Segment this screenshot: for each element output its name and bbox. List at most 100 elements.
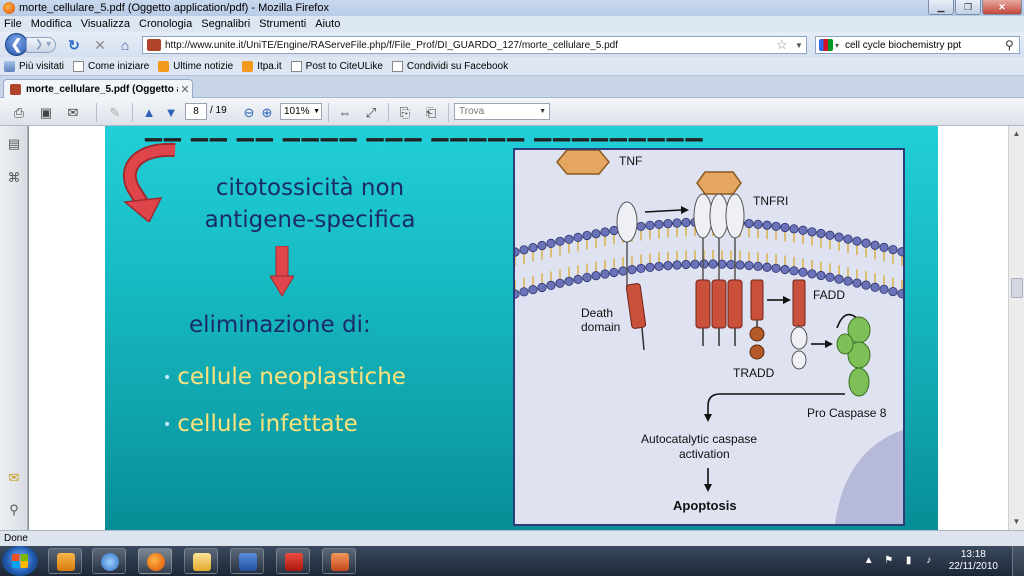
status-bar: Done (0, 530, 1024, 546)
menu-bar: File Modifica Visualizza Cronologia Segn… (0, 16, 1024, 32)
forward-button[interactable]: ❯ ▾ (26, 37, 56, 53)
share-icon[interactable]: ✉ (64, 104, 82, 121)
page-number-input[interactable]: 8 (185, 103, 207, 120)
reload-icon[interactable]: ↻ (66, 37, 82, 53)
close-window-button[interactable]: ✕ (982, 0, 1022, 15)
heading-line-1: citotossicità non (215, 175, 405, 201)
scroll-down-icon[interactable]: ▼ (1009, 514, 1024, 530)
page-icon (391, 60, 403, 72)
autocatalytic-label-2: activation (679, 447, 730, 461)
address-bar[interactable]: http://www.unite.it/UniTE/Engine/RAServe… (142, 36, 807, 54)
bookmark-folder-icon (4, 60, 15, 72)
menu-strumenti[interactable]: Strumenti (259, 18, 306, 30)
url-dropdown-icon[interactable]: ▼ (792, 41, 806, 50)
taskbar-word[interactable] (230, 548, 264, 574)
tab-strip: morte_cellulare_5.pdf (Oggetto appli... … (0, 76, 1024, 99)
back-button[interactable]: ❮ (5, 33, 28, 56)
tnf-label: TNF (619, 154, 643, 168)
taskbar-ie[interactable] (92, 548, 126, 574)
menu-segnalibri[interactable]: Segnalibri (201, 18, 250, 30)
next-page-icon[interactable]: ▼ (162, 104, 180, 121)
apoptosis-label: Apoptosis (673, 498, 737, 513)
snapshot-tool-icon[interactable]: ⎗ (422, 104, 440, 121)
bookmark-star-icon[interactable]: ☆ (776, 37, 792, 53)
start-button[interactable] (2, 546, 38, 576)
pages-panel-icon[interactable]: ▤ (6, 136, 22, 152)
elimination-label: eliminazione di: (189, 312, 371, 338)
previous-page-icon[interactable]: ▲ (140, 104, 158, 121)
show-desktop-button[interactable] (1012, 546, 1024, 576)
firefox-icon (3, 2, 15, 14)
taskbar-media-player[interactable] (48, 548, 82, 574)
bullet-icon: • (163, 416, 172, 433)
minimize-button[interactable]: ▁ (928, 0, 954, 15)
network-icon[interactable]: ▮ (903, 555, 915, 567)
bookmark-facebook[interactable]: Condividi su Facebook (391, 60, 508, 72)
google-icon[interactable] (819, 39, 833, 51)
window-titlebar: morte_cellulare_5.pdf (Oggetto applicati… (0, 0, 1024, 16)
scroll-up-icon[interactable]: ▲ (1009, 126, 1024, 142)
procaspase-label: Pro Caspase 8 (807, 406, 887, 420)
bookmark-come-iniziare[interactable]: Come iniziare (73, 60, 149, 72)
comment-icon[interactable]: ✎ (106, 104, 124, 121)
site-favicon-icon (147, 39, 161, 51)
bookmark-itpa[interactable]: Itpa.it (242, 60, 282, 72)
taskbar-powerpoint[interactable] (322, 548, 356, 574)
vertical-scrollbar[interactable]: ▲ ▼ (1008, 126, 1024, 530)
pdf-viewer: ▤ ⌘ ✉ ⚲ ▁▁ ▁▁ ▁▁ ▁▁▁▁ ▁▁▁ ▁▁▁▁▁ ▁▁▁▁▁▁▁▁… (0, 126, 1024, 530)
clock-date: 22/11/2010 (948, 561, 998, 572)
search-box[interactable]: ▾ cell cycle biochemistry ppt ⚲ (815, 36, 1020, 54)
save-icon[interactable]: ▣ (37, 104, 55, 121)
search-icon[interactable]: ⚲ (1005, 38, 1019, 52)
tradd-label: TRADD (733, 366, 775, 380)
paperclip-icon[interactable]: ⚲ (6, 502, 22, 518)
tab-close-button[interactable]: ✕ (178, 83, 192, 96)
volume-icon[interactable]: ♪ (923, 555, 935, 567)
scrollbar-thumb[interactable] (1011, 278, 1023, 298)
menu-modifica[interactable]: Modifica (31, 18, 72, 30)
fit-width-icon[interactable]: ⇔ (336, 104, 354, 121)
fit-page-icon[interactable]: ⤢ (362, 104, 380, 121)
stop-icon[interactable]: ✕ (92, 37, 108, 53)
maximize-button[interactable]: ❐ (955, 0, 981, 15)
home-icon[interactable]: ⌂ (117, 37, 133, 53)
word-icon (239, 553, 257, 571)
diagram-graphics (515, 150, 903, 524)
menu-file[interactable]: File (4, 18, 22, 30)
search-query[interactable]: cell cycle biochemistry ppt (845, 40, 1005, 51)
menu-cronologia[interactable]: Cronologia (139, 18, 192, 30)
separator (328, 103, 329, 122)
find-input[interactable]: Trova ▼ (454, 103, 550, 120)
page-icon (290, 60, 302, 72)
separator (132, 103, 133, 122)
acrobat-icon (285, 553, 303, 571)
select-tool-icon[interactable]: ⎘ (396, 104, 414, 121)
zoom-in-icon[interactable]: ⊕ (258, 104, 276, 121)
menu-visualizza[interactable]: Visualizza (81, 18, 130, 30)
search-engine-dropdown-icon[interactable]: ▾ (835, 41, 845, 50)
zoom-out-icon[interactable]: ⊖ (240, 104, 258, 121)
taskbar-explorer[interactable] (184, 548, 218, 574)
rss-icon (158, 60, 170, 72)
bookmark-piu-visitati[interactable]: Più visitati (4, 60, 64, 72)
menu-aiuto[interactable]: Aiuto (315, 18, 340, 30)
taskbar-firefox[interactable] (138, 548, 172, 574)
slide-content: ▁▁ ▁▁ ▁▁ ▁▁▁▁ ▁▁▁ ▁▁▁▁▁ ▁▁▁▁▁▁▁▁▁ citoto… (105, 126, 938, 530)
folder-icon (193, 553, 211, 571)
comments-panel-icon[interactable]: ✉ (6, 470, 22, 486)
tab-pdf[interactable]: morte_cellulare_5.pdf (Oggetto appli... … (3, 79, 193, 99)
attachments-panel-icon[interactable]: ⌘ (6, 170, 22, 186)
windows-logo-icon (12, 554, 28, 568)
print-icon[interactable]: ⎙ (10, 104, 28, 121)
zoom-select[interactable]: 101% ▼ (280, 103, 322, 120)
system-tray: ▲ ⚑ ▮ ♪ 13:18 22/11/2010 (855, 546, 1024, 576)
powerpoint-icon (331, 553, 349, 571)
url-text[interactable]: http://www.unite.it/UniTE/Engine/RAServe… (165, 40, 776, 51)
taskbar-acrobat[interactable] (276, 548, 310, 574)
bookmark-ultime-notizie[interactable]: Ultime notizie (158, 60, 233, 72)
bookmark-citeulike[interactable]: Post to CiteULike (290, 60, 383, 72)
show-hidden-icons-icon[interactable]: ▲ (863, 555, 875, 567)
flag-icon[interactable]: ⚑ (883, 555, 895, 567)
cut-off-heading: ▁▁ ▁▁ ▁▁ ▁▁▁▁ ▁▁▁ ▁▁▁▁▁ ▁▁▁▁▁▁▁▁▁ (145, 126, 705, 141)
clock[interactable]: 13:18 22/11/2010 (949, 549, 998, 573)
